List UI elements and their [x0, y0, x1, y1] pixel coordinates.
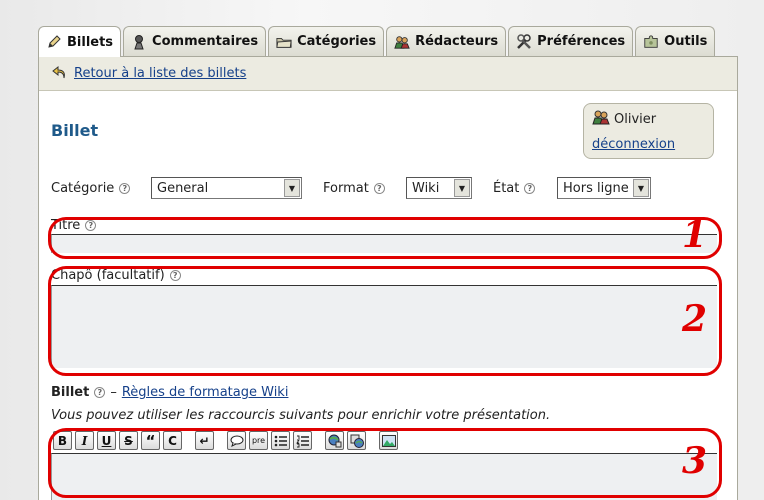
category-label: Catégorie ? — [51, 181, 131, 196]
tab-preferences[interactable]: Préférences — [508, 26, 634, 56]
annotation-outline-3 — [48, 428, 722, 498]
filter-row: Catégorie ? General ▼ Format ? Wiki ▼ Ét… — [51, 177, 731, 201]
help-icon[interactable]: ? — [94, 387, 106, 398]
billet-label: Billet ? – Règles de formatage Wiki — [51, 385, 288, 400]
state-select-value: Hors ligne — [563, 181, 629, 196]
tab-label: Outils — [664, 34, 708, 49]
format-label: Format ? — [323, 181, 385, 196]
comments-icon — [131, 34, 147, 50]
help-icon[interactable]: ? — [373, 183, 385, 194]
user-icon — [592, 109, 610, 129]
chevron-down-icon: ▼ — [284, 179, 300, 197]
state-label: État ? — [493, 181, 536, 196]
chevron-down-icon: ▼ — [454, 179, 470, 197]
wiki-rules-link[interactable]: Règles de formatage Wiki — [122, 385, 289, 400]
tab-bar: Billets Commentaires Catégories Rédacteu… — [38, 26, 717, 57]
users-icon — [394, 34, 410, 50]
format-label-text: Format — [323, 181, 369, 196]
logout-link[interactable]: déconnexion — [592, 137, 705, 152]
pen-icon — [46, 34, 62, 50]
annotation-outline-2 — [48, 266, 722, 376]
tab-label: Commentaires — [152, 34, 259, 49]
user-name: Olivier — [614, 111, 657, 127]
annotation-number-3: 3 — [682, 440, 708, 482]
user-box: Olivier déconnexion — [583, 103, 714, 159]
chevron-down-icon: ▼ — [633, 179, 649, 197]
tools-icon — [516, 33, 532, 50]
back-arrow-icon — [52, 64, 68, 84]
puzzle-icon — [643, 34, 659, 50]
tab-categories[interactable]: Catégories — [268, 26, 385, 56]
tab-redacteurs[interactable]: Rédacteurs — [386, 26, 507, 56]
annotation-outline-1 — [48, 217, 722, 259]
format-select[interactable]: Wiki ▼ — [406, 177, 472, 199]
page-title: Billet — [51, 121, 99, 140]
sub-toolbar: Retour à la liste des billets — [39, 57, 737, 91]
annotation-number-2: 2 — [682, 298, 708, 340]
shortcut-hint: Vous pouvez utiliser les raccourcis suiv… — [51, 408, 551, 423]
tab-billets[interactable]: Billets — [38, 26, 122, 57]
folder-icon — [276, 34, 292, 50]
tab-label: Préférences — [537, 34, 626, 49]
category-select[interactable]: General ▼ — [151, 177, 302, 199]
tab-label: Catégories — [297, 34, 377, 49]
billet-label-text: Billet — [51, 385, 90, 400]
tab-label: Billets — [67, 34, 114, 50]
back-to-list-link[interactable]: Retour à la liste des billets — [74, 66, 246, 81]
billet-separator: – — [110, 385, 117, 400]
annotation-number-1: 1 — [682, 214, 708, 256]
category-label-text: Catégorie — [51, 181, 115, 196]
help-icon[interactable]: ? — [119, 183, 131, 194]
tab-outils[interactable]: Outils — [635, 26, 716, 56]
state-select[interactable]: Hors ligne ▼ — [557, 177, 651, 199]
category-select-value: General — [157, 181, 209, 196]
help-icon[interactable]: ? — [524, 183, 536, 194]
state-label-text: État — [493, 181, 520, 196]
tab-commentaires[interactable]: Commentaires — [123, 26, 267, 56]
format-select-value: Wiki — [412, 181, 440, 196]
tab-label: Rédacteurs — [415, 34, 499, 49]
